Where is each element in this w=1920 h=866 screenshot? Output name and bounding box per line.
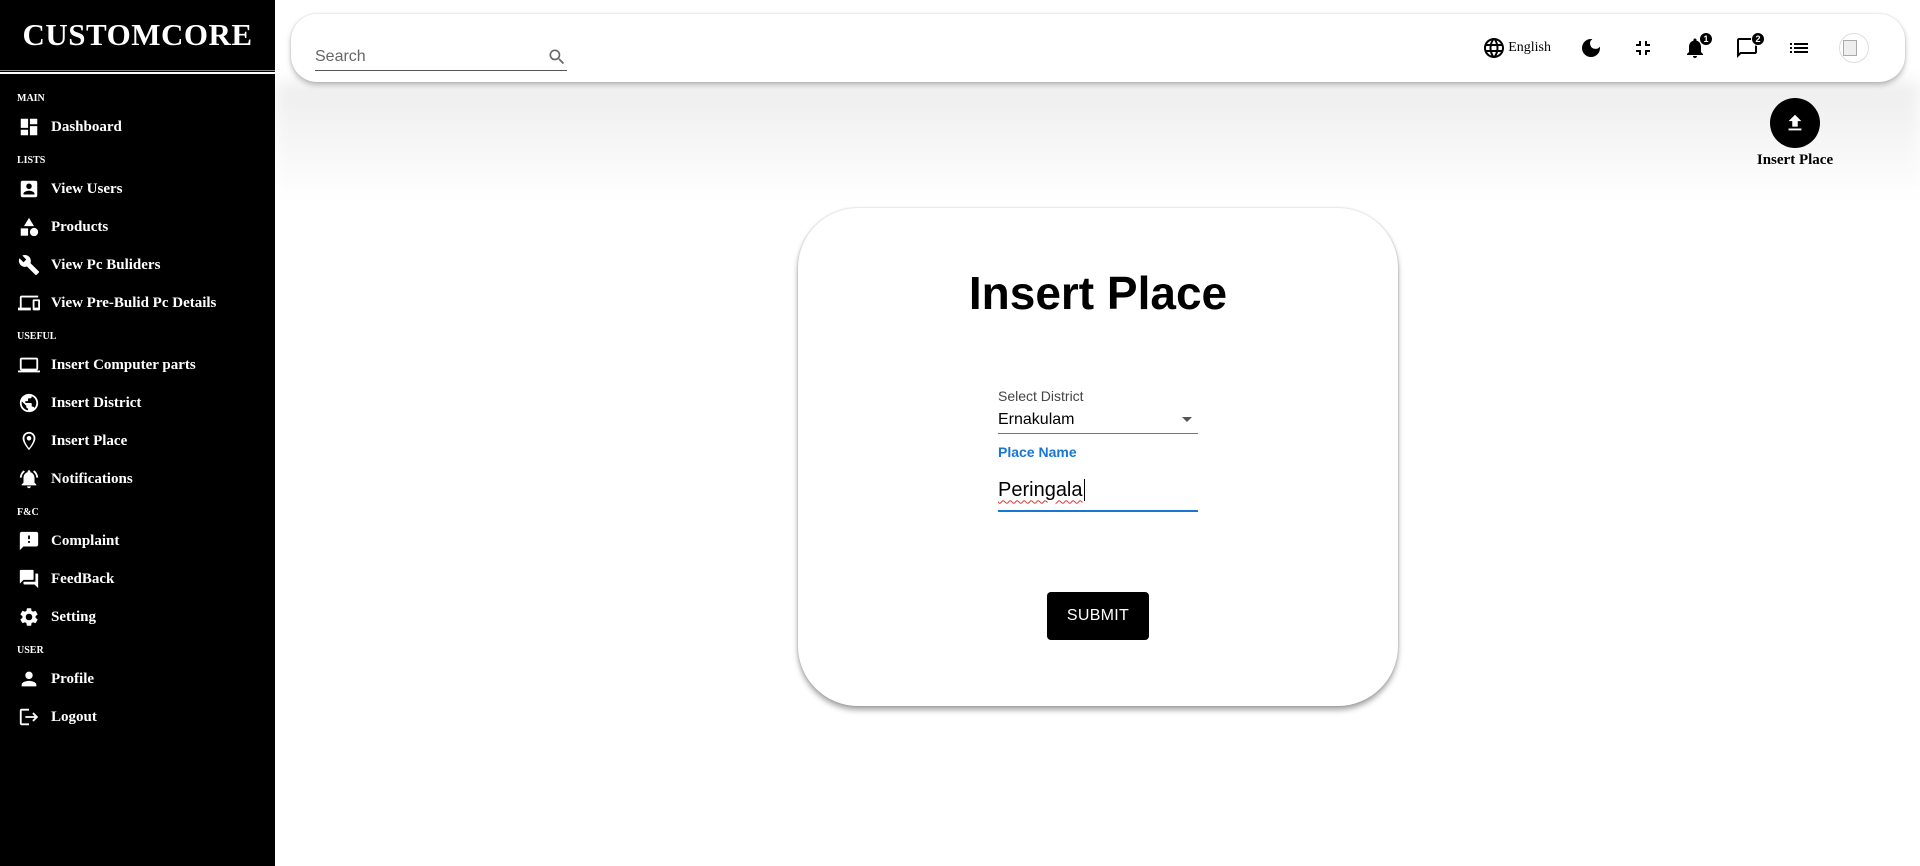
sidebar-item-insert-district[interactable]: Insert District <box>0 384 275 422</box>
gear-icon <box>17 605 41 629</box>
sidebar-item-label: FeedBack <box>51 570 115 587</box>
wrench-icon <box>17 253 41 277</box>
search-input[interactable] <box>315 48 547 66</box>
sidebar-item-label: View Users <box>51 180 123 197</box>
list-icon <box>1790 43 1808 53</box>
form-title: Insert Place <box>968 267 1228 319</box>
sidebar-item-pc-builders[interactable]: View Pc Buliders <box>0 246 275 284</box>
feedback-icon <box>17 529 41 553</box>
district-field: Select District Ernakulam <box>998 388 1198 434</box>
sidebar-item-label: Insert Place <box>51 432 128 449</box>
section-title-main: MAIN <box>17 93 45 104</box>
forum-icon <box>17 567 41 591</box>
sidebar-nav: MAIN Dashboard LISTS View Users Products… <box>0 74 275 736</box>
topbar-actions: English 1 2 <box>1454 32 1869 64</box>
language-globe-icon <box>1484 38 1505 58</box>
sidebar-item-view-users[interactable]: View Users <box>0 170 275 208</box>
sidebar-item-label: Profile <box>51 670 95 687</box>
place-name-input[interactable]: Peringala <box>998 470 1198 512</box>
sidebar-item-label: Complaint <box>51 532 120 549</box>
location-pin-icon <box>17 429 41 453</box>
search-icon[interactable] <box>547 47 567 67</box>
category-icon <box>17 215 41 239</box>
fullscreen-exit-button[interactable] <box>1631 36 1655 60</box>
section-title-lists: LISTS <box>17 155 46 166</box>
upload-icon <box>1788 114 1802 131</box>
sidebar-item-notifications[interactable]: Notifications <box>0 460 275 498</box>
sidebar-item-setting[interactable]: Setting <box>0 598 275 636</box>
notifications-button[interactable]: 1 <box>1683 32 1713 60</box>
messages-badge: 2 <box>1751 32 1765 46</box>
section-title-fc: F&C <box>17 507 39 518</box>
sidebar-item-complaint[interactable]: Complaint <box>0 522 275 560</box>
dashboard-icon <box>17 115 41 139</box>
person-icon <box>17 667 41 691</box>
sidebar-item-label: Dashboard <box>51 118 122 135</box>
sidebar-item-label: Setting <box>51 608 96 625</box>
language-selector[interactable]: English <box>1482 36 1551 60</box>
user-avatar-button[interactable] <box>1839 33 1869 63</box>
app-logo[interactable]: CUSTOMCORE <box>0 0 275 70</box>
devices-icon <box>17 291 41 315</box>
section-title-useful: USEFUL <box>17 331 57 342</box>
search-bar <box>315 44 567 71</box>
fullscreen-exit-icon <box>1636 41 1650 55</box>
sidebar-item-dashboard[interactable]: Dashboard <box>0 108 275 146</box>
moon-icon <box>1582 39 1600 57</box>
district-label: Select District <box>998 388 1084 404</box>
sidebar-item-label: Products <box>51 218 109 235</box>
sidebar-item-label: Insert Computer parts <box>51 356 196 373</box>
sidebar-item-products[interactable]: Products <box>0 208 275 246</box>
logout-icon <box>17 705 41 729</box>
notifications-badge: 1 <box>1699 32 1713 46</box>
sidebar-item-feedback[interactable]: FeedBack <box>0 560 275 598</box>
sidebar-item-label: View Pc Buliders <box>51 256 161 273</box>
language-label: English <box>1508 40 1551 55</box>
dropdown-arrow-icon <box>1182 417 1192 422</box>
section-title-user: USER <box>17 645 44 656</box>
insert-place-action: Insert Place <box>1754 98 1836 169</box>
header-shadow <box>275 82 1920 202</box>
place-name-value: Peringala <box>998 478 1083 501</box>
page-action-label: Insert Place <box>1756 152 1834 168</box>
laptop-icon <box>17 353 41 377</box>
submit-button[interactable]: SUBMIT <box>1047 592 1149 640</box>
menu-list-button[interactable] <box>1787 36 1811 60</box>
sidebar-item-label: View Pre-Bulid Pc Details <box>51 294 217 311</box>
place-field: Place Name Peringala <box>998 444 1198 512</box>
notification-bell-icon <box>17 467 41 491</box>
sidebar-item-prebuilt-pc[interactable]: View Pre-Bulid Pc Details <box>0 284 275 322</box>
sidebar: CUSTOMCORE MAIN Dashboard LISTS View Use… <box>0 0 275 866</box>
account-box-icon <box>17 177 41 201</box>
avatar <box>1839 33 1869 63</box>
sidebar-item-label: Logout <box>51 708 97 725</box>
place-label: Place Name <box>998 444 1077 460</box>
sidebar-item-logout[interactable]: Logout <box>0 698 275 736</box>
sidebar-item-label: Notifications <box>51 470 133 487</box>
messages-button[interactable]: 2 <box>1735 32 1765 60</box>
globe-icon <box>17 391 41 415</box>
sidebar-item-profile[interactable]: Profile <box>0 660 275 698</box>
sidebar-item-insert-computer-parts[interactable]: Insert Computer parts <box>0 346 275 384</box>
district-select[interactable]: Ernakulam <box>998 406 1198 434</box>
district-selected-value: Ernakulam <box>998 410 1075 428</box>
topbar: English 1 2 <box>291 14 1905 82</box>
upload-button[interactable] <box>1770 98 1820 148</box>
sidebar-item-label: Insert District <box>51 394 142 411</box>
insert-place-card: Insert Place Select District Ernakulam P… <box>798 208 1398 706</box>
dark-mode-toggle[interactable] <box>1579 36 1603 60</box>
sidebar-item-insert-place[interactable]: Insert Place <box>0 422 275 460</box>
text-cursor <box>1083 479 1085 501</box>
